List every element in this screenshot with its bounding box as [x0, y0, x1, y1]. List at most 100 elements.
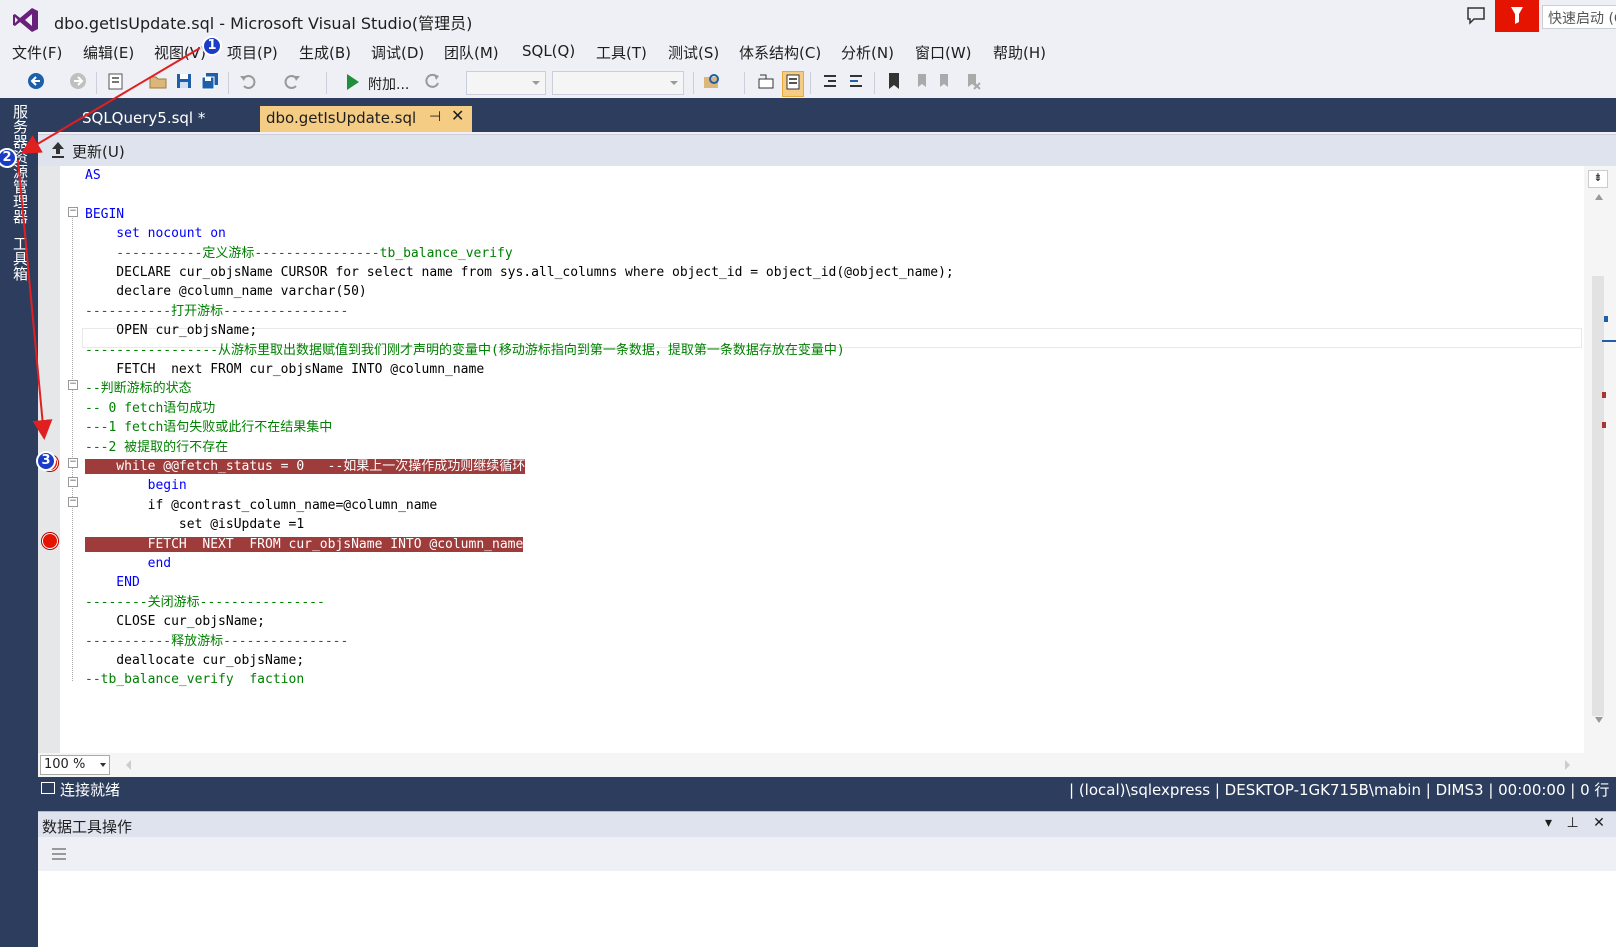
menu-edit[interactable]: 编辑(E)	[83, 42, 134, 63]
data-tools-list[interactable]	[38, 871, 1616, 947]
close-tab-icon[interactable]: ✕	[451, 106, 464, 125]
code-line: AS	[85, 168, 101, 183]
sql-editor[interactable]: − − − − − AS BEGIN set nocount on ------…	[38, 166, 1616, 753]
code-line: begin	[85, 478, 187, 493]
code-line: set @isUpdate =1	[85, 517, 305, 532]
next-bookmark-icon[interactable]	[936, 71, 956, 95]
save-all-icon[interactable]	[200, 71, 220, 95]
indent-icon[interactable]	[846, 71, 866, 95]
annotation-badge: 3	[36, 451, 56, 471]
redo-icon[interactable]	[282, 71, 302, 95]
menu-build[interactable]: 生成(B)	[299, 42, 351, 63]
window-title: dbo.getIsUpdate.sql - Microsoft Visual S…	[54, 14, 473, 33]
code-line: deallocate cur_objsName;	[85, 653, 305, 668]
menu-test[interactable]: 测试(S)	[668, 42, 719, 63]
standard-toolbar: 附加...	[0, 66, 1616, 98]
code-line: END	[85, 575, 140, 590]
refresh-icon[interactable]	[422, 71, 442, 95]
prev-bookmark-icon[interactable]	[910, 71, 930, 95]
scrollbar-map	[1592, 194, 1616, 723]
code-line: -----------定义游标----------------tb_balanc…	[85, 246, 513, 261]
breakpoint-icon[interactable]	[42, 533, 58, 549]
menu-bar: 文件(F) 编辑(E) 视图(V) 项目(P) 生成(B) 调试(D) 团队(M…	[0, 38, 1616, 66]
save-icon[interactable]	[174, 71, 194, 95]
toolbar-separator	[228, 72, 229, 94]
menu-window[interactable]: 窗口(W)	[915, 42, 972, 63]
editor-footer: 100 %	[38, 753, 1616, 777]
code-line: CLOSE cur_objsName;	[85, 614, 266, 629]
panel-dropdown-icon[interactable]: ▾	[1545, 815, 1552, 831]
clear-bookmarks-icon[interactable]	[962, 71, 982, 95]
code-line: -- 0 fetch语句成功	[85, 401, 216, 416]
forward-icon[interactable]	[68, 71, 88, 95]
attach-button[interactable]: 附加...	[368, 74, 409, 94]
code-line: -----------------从游标里取出数据赋值到我们刚才声明的变量中(移…	[85, 343, 845, 358]
outdent-icon[interactable]	[820, 71, 840, 95]
new-project-icon[interactable]	[106, 71, 126, 95]
outline-guide	[72, 216, 73, 681]
collapse-icon[interactable]: −	[68, 477, 78, 487]
collapse-icon[interactable]: −	[68, 497, 78, 507]
menu-debug[interactable]: 调试(D)	[371, 42, 424, 63]
undo-icon[interactable]	[238, 71, 258, 95]
clear-list-icon[interactable]	[50, 845, 68, 867]
horizontal-scrollbar[interactable]	[118, 753, 1578, 777]
code-line-breakpoint: while @@fetch_status = 0 --如果上一次操作成功则继续循…	[85, 459, 526, 474]
visual-studio-logo-icon	[12, 6, 40, 38]
panel-pin-icon[interactable]: ⊥	[1566, 815, 1578, 831]
tab-getisupdate-label: dbo.getIsUpdate.sql	[266, 109, 417, 127]
code-line: -----------打开游标----------------	[85, 304, 349, 319]
menu-project[interactable]: 项目(P)	[227, 42, 278, 63]
feedback-icon[interactable]	[1466, 6, 1486, 30]
find-in-files-icon[interactable]	[702, 71, 722, 95]
code-line: BEGIN	[85, 207, 125, 222]
annotation-badge: 1	[202, 36, 222, 56]
code-line: if @contrast_column_name=@column_name	[85, 498, 438, 513]
quick-launch-input[interactable]: 快速启动 (Ctrl+Q)	[1542, 5, 1616, 29]
notification-flag-icon[interactable]	[1495, 0, 1539, 32]
collapse-icon[interactable]: −	[68, 207, 78, 217]
start-debug-play-icon[interactable]	[347, 74, 359, 90]
bookmark-icon[interactable]	[884, 71, 904, 95]
menu-view[interactable]: 视图(V)	[154, 42, 206, 63]
document-tab-strip: SQLQuery5.sql * dbo.getIsUpdate.sql ⊣ ✕	[38, 98, 1616, 132]
results-pane-toggle-icon[interactable]	[782, 71, 804, 97]
zoom-select[interactable]: 100 %	[40, 755, 110, 775]
toolbar-separator	[326, 72, 327, 94]
menu-architecture[interactable]: 体系结构(C)	[739, 42, 821, 63]
menu-help[interactable]: 帮助(H)	[993, 42, 1046, 63]
update-arrow-icon[interactable]	[50, 141, 66, 163]
connection-info: | (local)\sqlexpress | DESKTOP-1GK715B\m…	[1069, 781, 1610, 799]
toolbar-separator	[810, 72, 811, 94]
pin-icon[interactable]: ⊣	[429, 109, 441, 125]
solution-config-select[interactable]	[466, 71, 546, 95]
collapse-icon[interactable]: −	[68, 458, 78, 468]
code-area[interactable]: AS BEGIN set nocount on -----------定义游标-…	[85, 166, 1585, 753]
menu-team[interactable]: 团队(M)	[444, 42, 499, 63]
code-line: --tb_balance_verify faction	[85, 672, 305, 687]
connection-status: 连接就绪	[60, 781, 121, 799]
code-line: OPEN cur_objsName;	[85, 323, 258, 338]
tab-sqlquery5[interactable]: SQLQuery5.sql *	[76, 106, 211, 132]
data-tools-panel-header: 数据工具操作 ▾ ⊥ ✕	[38, 811, 1616, 837]
query-design-icon[interactable]	[756, 71, 776, 95]
solution-platform-select[interactable]	[552, 71, 684, 95]
code-line: set nocount on	[85, 226, 226, 241]
menu-file[interactable]: 文件(F)	[12, 42, 62, 63]
toolbar-separator	[693, 72, 694, 94]
toolbar-separator	[874, 72, 875, 94]
back-icon[interactable]	[26, 71, 46, 95]
panel-close-icon[interactable]: ✕	[1593, 815, 1605, 831]
menu-analyze[interactable]: 分析(N)	[841, 42, 894, 63]
open-file-icon[interactable]	[148, 71, 168, 95]
collapse-icon[interactable]: −	[68, 380, 78, 390]
vertical-scrollbar[interactable]: ⇟	[1584, 166, 1616, 753]
panel-title: 数据工具操作	[42, 818, 133, 836]
toolbox-tab[interactable]: 工具箱	[10, 236, 31, 281]
code-line: --------关闭游标----------------	[85, 595, 325, 610]
menu-tools[interactable]: 工具(T)	[596, 42, 647, 63]
menu-sql[interactable]: SQL(Q)	[522, 42, 575, 60]
zoom-value: 100 %	[44, 757, 86, 772]
panel-splitter[interactable]	[38, 801, 1616, 811]
update-button[interactable]: 更新(U)	[72, 141, 125, 162]
